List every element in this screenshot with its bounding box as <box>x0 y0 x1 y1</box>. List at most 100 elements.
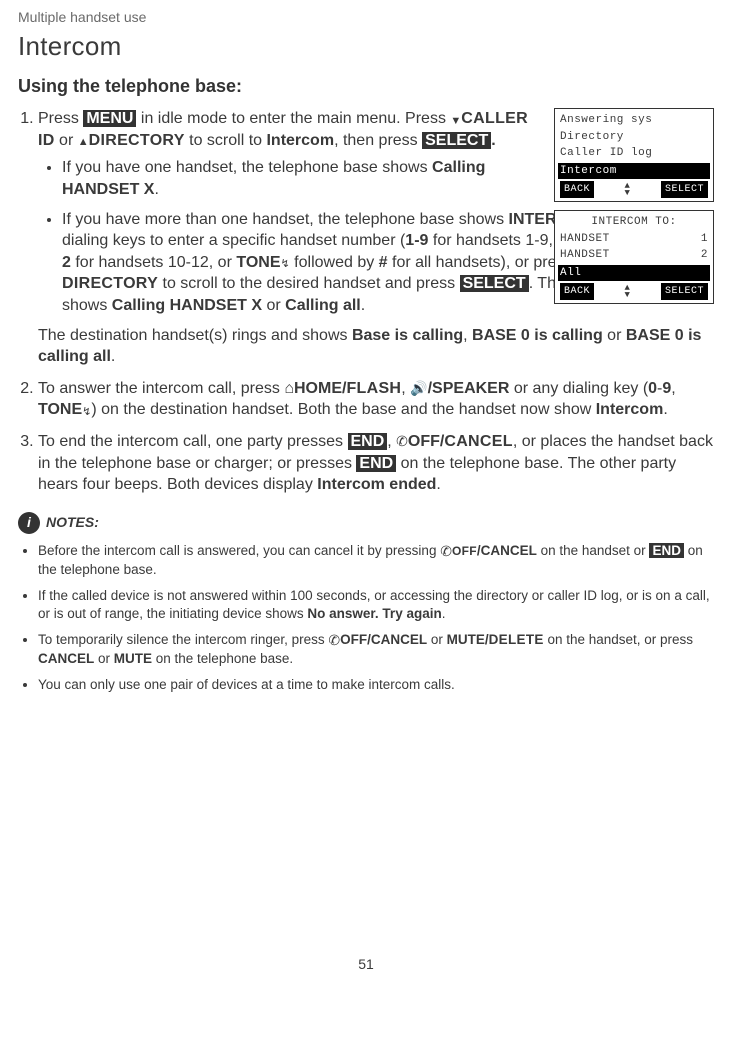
key-range: 1-9 <box>405 232 428 249</box>
lcd-row-value: 2 <box>701 247 708 264</box>
lcd-softkey-select: SELECT <box>661 283 708 300</box>
screen-text: Intercom <box>596 401 664 418</box>
text: ) on the destination handset. Both the b… <box>91 401 595 418</box>
key: 2 <box>62 254 71 271</box>
text: . <box>361 297 365 314</box>
text: or <box>262 297 285 314</box>
lcd-menu-screen: Answering sys Directory Caller ID log In… <box>554 108 714 202</box>
mute-key: MUTE <box>114 651 152 666</box>
text: for handsets 10-12, or <box>71 254 236 271</box>
text: for handsets 1-9, <box>428 232 557 249</box>
text: To temporarily silence the intercom ring… <box>38 632 328 647</box>
info-icon: i <box>18 512 40 534</box>
lcd-softkey-back: BACK <box>560 181 594 198</box>
note-4: You can only use one pair of devices at … <box>38 676 714 694</box>
key: 9 <box>662 380 671 397</box>
note-1: Before the intercom call is answered, yo… <box>38 542 714 579</box>
notes-list: Before the intercom call is answered, yo… <box>18 542 714 695</box>
home-flash-key-sc: FLASH <box>346 380 401 397</box>
text: . <box>442 606 446 621</box>
key: 0 <box>648 380 657 397</box>
lcd-highlighted-line: Intercom <box>558 163 710 180</box>
lcd-intercom-screen: INTERCOM TO: HANDSET 1 HANDSET 2 All BAC… <box>554 210 714 304</box>
text: or any dialing key ( <box>509 380 648 397</box>
step-2: To answer the intercom call, press HOME/… <box>38 378 714 421</box>
hash-key: # <box>379 254 388 271</box>
mute-delete-key-sc: DELETE <box>489 632 544 647</box>
text: , <box>401 380 410 397</box>
lcd-nav-arrows-icon: ▲▼ <box>625 285 631 299</box>
page-title: Intercom <box>18 29 714 64</box>
off-cancel-key: OFF/CANCEL <box>340 632 427 647</box>
text: on the telephone base. <box>152 651 293 666</box>
section-heading: Using the telephone base: <box>18 74 714 98</box>
note-2: If the called device is not answered wit… <box>38 587 714 623</box>
text: or <box>603 327 626 344</box>
lcd-line: Answering sys <box>560 112 708 129</box>
off-key-sc: OFF <box>452 544 477 558</box>
screen-text: Intercom ended <box>317 476 436 493</box>
off-cancel-key-sc: CANCEL <box>444 433 512 450</box>
off-icon <box>396 432 408 451</box>
lcd-nav-arrows-icon: ▲▼ <box>625 183 631 197</box>
directory-key: DIRECTORY <box>89 132 185 149</box>
breadcrumb: Multiple handset use <box>18 8 714 27</box>
text: , <box>463 327 472 344</box>
speaker-key: /SPEAKER <box>428 380 510 397</box>
text: on the handset, or press <box>544 632 693 647</box>
off-cancel-key: OFF/ <box>408 433 444 450</box>
text: To answer the intercom call, press <box>38 380 284 397</box>
step-3: To end the intercom call, one party pres… <box>38 431 714 496</box>
tone-key: TONE <box>236 254 280 271</box>
lcd-row-value: 1 <box>701 231 708 248</box>
screen-text: Calling all <box>285 297 361 314</box>
speaker-icon <box>410 379 427 398</box>
intercom-label: Intercom <box>266 132 334 149</box>
home-icon <box>284 378 294 400</box>
text: in idle mode to enter the main menu. Pre… <box>136 110 450 127</box>
text: to scroll to <box>185 132 267 149</box>
tone-icon <box>281 253 290 272</box>
tone-icon <box>82 401 91 420</box>
notes-heading: i NOTES: <box>18 512 714 534</box>
directory-key: DIRECTORY <box>62 275 158 292</box>
note-3: To temporarily silence the intercom ring… <box>38 631 714 668</box>
select-key: SELECT <box>460 275 529 292</box>
page-number: 51 <box>18 955 714 974</box>
screen-text: Base is calling <box>352 327 463 344</box>
off-icon <box>328 631 340 650</box>
text: , <box>387 433 396 450</box>
menu-key: MENU <box>83 110 136 127</box>
end-key: END <box>649 543 684 558</box>
lcd-row-label: HANDSET <box>560 247 610 264</box>
lcd-line: Caller ID log <box>560 145 708 162</box>
screen-text: BASE 0 is calling <box>472 327 603 344</box>
text: The destination handset(s) rings and sho… <box>38 327 352 344</box>
screen-text: Calling HANDSET X <box>112 297 262 314</box>
text: Press <box>38 110 83 127</box>
text: to scroll to the desired handset and pre… <box>158 275 460 292</box>
cancel-key: CANCEL <box>38 651 94 666</box>
text: or <box>55 132 78 149</box>
lcd-row-label: HANDSET <box>560 231 610 248</box>
text: , then press <box>334 132 422 149</box>
up-arrow-icon <box>78 131 89 150</box>
destination-paragraph: The destination handset(s) rings and sho… <box>38 325 714 368</box>
down-arrow-icon <box>450 110 461 129</box>
text: or <box>94 651 114 666</box>
text: To end the intercom call, one party pres… <box>38 433 348 450</box>
off-icon <box>440 542 452 561</box>
cancel-key: /CANCEL <box>477 543 537 558</box>
text: . <box>491 132 495 149</box>
text: If you have more than one handset, the t… <box>62 211 509 228</box>
tone-key: TONE <box>38 401 82 418</box>
home-flash-key: HOME/ <box>294 380 346 397</box>
text: . <box>111 348 115 365</box>
lcd-softkey-select: SELECT <box>661 181 708 198</box>
text: on the handset or <box>537 543 650 558</box>
text: or <box>427 632 447 647</box>
lcd-softkey-back: BACK <box>560 283 594 300</box>
text: followed by <box>290 254 379 271</box>
text: for all handsets), or press <box>388 254 577 271</box>
select-key: SELECT <box>422 132 491 149</box>
